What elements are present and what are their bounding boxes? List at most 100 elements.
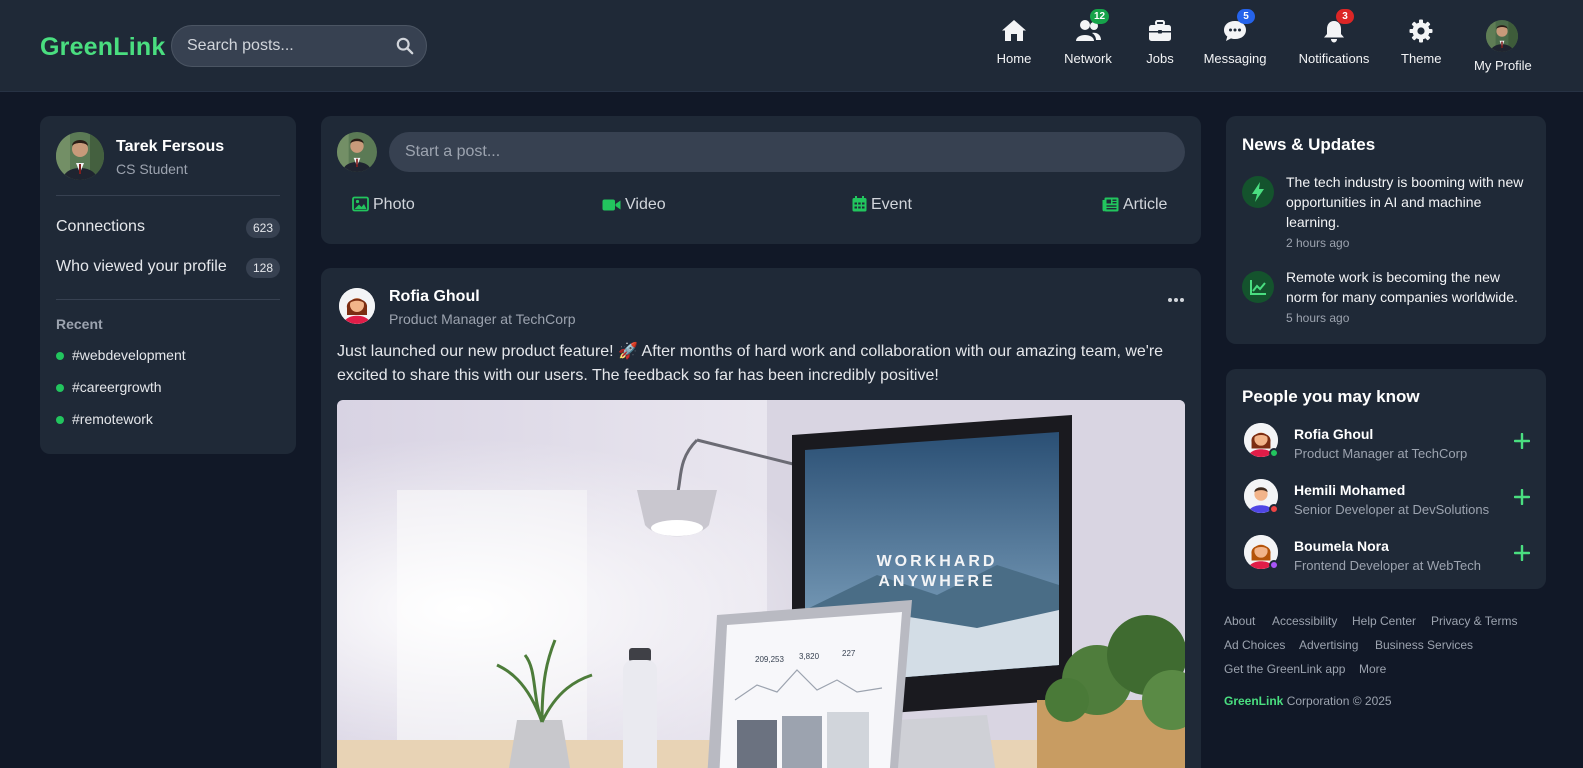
feed-post: Rofia Ghoul Product Manager at TechCorp … — [321, 268, 1201, 768]
start-post-input[interactable] — [389, 132, 1185, 172]
nav-my-profile-label: My Profile — [1474, 58, 1532, 73]
article-button[interactable]: Article — [1102, 196, 1167, 220]
footer-link-business-services[interactable]: Business Services — [1375, 638, 1473, 652]
event-button[interactable]: Event — [852, 196, 912, 220]
person-name[interactable]: Boumela Nora — [1294, 538, 1389, 554]
footer-link-help-center[interactable]: Help Center — [1352, 614, 1416, 628]
nav-messaging[interactable]: 5 Messaging — [1203, 9, 1267, 74]
video-label: Video — [625, 196, 666, 213]
users-icon: 12 — [1075, 9, 1110, 44]
desk-workspace-photo: WORKHARD ANYWHERE 209,253 3,820 227 — [337, 400, 1185, 768]
nav-messaging-label: Messaging — [1203, 51, 1267, 66]
divider — [56, 299, 280, 300]
connections-label: Connections — [56, 218, 145, 235]
home-icon — [1002, 20, 1026, 41]
tag-dot — [56, 352, 64, 360]
footer-link-get-app[interactable]: Get the GreenLink app — [1224, 662, 1345, 676]
add-connection-icon[interactable] — [1514, 433, 1530, 449]
person-avatar[interactable] — [1244, 535, 1279, 570]
photo-label: Photo — [373, 196, 415, 213]
app-logo[interactable]: GreenLink — [40, 33, 165, 62]
person-name[interactable]: Hemili Mohamed — [1294, 482, 1405, 498]
news-card: News & Updates The tech industry is boom… — [1226, 116, 1546, 344]
search-box — [171, 25, 427, 67]
monitor-text-line1: WORKHARD — [877, 553, 998, 570]
footer-link-ad-choices[interactable]: Ad Choices — [1224, 638, 1285, 652]
person-role: Senior Developer at DevSolutions — [1294, 502, 1490, 517]
image-icon — [352, 196, 369, 212]
article-label: Article — [1123, 196, 1168, 213]
people-title: People you may know — [1242, 387, 1420, 406]
search-icon[interactable] — [396, 37, 414, 55]
online-status-dot — [1269, 448, 1279, 458]
top-navbar: GreenLink Home 12 Network — [0, 0, 1583, 92]
post-body-text: Just launched our new product feature! 🚀… — [337, 343, 1164, 384]
busy-status-dot — [1269, 504, 1279, 514]
recent-tag-item[interactable]: #remotework — [56, 410, 256, 430]
monitor-text-line2: ANYWHERE — [878, 573, 995, 590]
newspaper-icon — [1102, 197, 1119, 212]
nav-my-profile[interactable]: My Profile — [1474, 20, 1532, 76]
connections-row[interactable]: Connections 623 — [56, 216, 280, 240]
post-author-role: Product Manager at TechCorp — [389, 311, 576, 327]
search-input[interactable] — [187, 26, 387, 66]
chart-line-icon — [1242, 271, 1274, 303]
nav-notifications-label: Notifications — [1298, 51, 1370, 66]
laptop-stat: 209,253 — [755, 655, 784, 664]
recent-tag: #remotework — [72, 411, 153, 427]
footer-link-advertising[interactable]: Advertising — [1299, 638, 1358, 652]
video-button[interactable]: Video — [602, 196, 666, 220]
post-author-name[interactable]: Rofia Ghoul — [389, 288, 480, 306]
add-connection-icon[interactable] — [1514, 545, 1530, 561]
news-item-time: 2 hours ago — [1286, 236, 1350, 250]
network-badge: 12 — [1090, 9, 1110, 24]
news-item-time: 5 hours ago — [1286, 311, 1350, 325]
profile-views-row[interactable]: Who viewed your profile 128 — [56, 256, 280, 280]
news-item-text[interactable]: Remote work is becoming the new norm for… — [1286, 267, 1530, 307]
divider — [56, 195, 280, 196]
composer-avatar — [337, 132, 377, 172]
tag-dot — [56, 416, 64, 424]
person-name[interactable]: Rofia Ghoul — [1294, 426, 1373, 442]
away-status-dot — [1269, 560, 1279, 570]
nav-notifications[interactable]: 3 Notifications — [1298, 9, 1370, 74]
post-composer: Photo Video Event Article — [321, 116, 1201, 244]
tag-dot — [56, 384, 64, 392]
nav-theme[interactable]: Theme — [1401, 18, 1441, 74]
recent-tag-item[interactable]: #webdevelopment — [56, 346, 256, 366]
notifications-badge: 3 — [1336, 9, 1354, 24]
bell-icon: 3 — [1321, 9, 1354, 44]
nav-network[interactable]: 12 Network — [1062, 9, 1114, 74]
profile-name[interactable]: Tarek Fersous — [116, 138, 224, 156]
footer-link-privacy-terms[interactable]: Privacy & Terms — [1431, 614, 1517, 628]
nav-jobs[interactable]: Jobs — [1143, 18, 1177, 74]
post-author-avatar[interactable] — [339, 288, 375, 324]
footer-link-accessibility[interactable]: Accessibility — [1272, 614, 1337, 628]
profile-views-label: Who viewed your profile — [56, 258, 227, 275]
avatar — [1486, 20, 1518, 52]
lightning-icon — [1242, 176, 1274, 208]
footer-brand: GreenLink — [1224, 694, 1284, 708]
briefcase-icon — [1149, 20, 1171, 41]
post-image[interactable]: WORKHARD ANYWHERE 209,253 3,820 227 — [337, 400, 1185, 768]
chat-icon: 5 — [1222, 9, 1255, 44]
footer-link-about[interactable]: About — [1224, 614, 1255, 628]
messaging-badge: 5 — [1237, 9, 1255, 24]
news-item-text[interactable]: The tech industry is booming with new op… — [1286, 172, 1530, 232]
nav-home-label: Home — [996, 51, 1032, 66]
person-avatar[interactable] — [1244, 423, 1279, 458]
add-connection-icon[interactable] — [1514, 489, 1530, 505]
person-avatar[interactable] — [1244, 479, 1279, 514]
recent-tag: #webdevelopment — [72, 347, 186, 363]
more-options-icon[interactable] — [1167, 296, 1185, 304]
recent-tag: #careergrowth — [72, 379, 162, 395]
video-icon — [602, 199, 621, 211]
footer-link-more[interactable]: More — [1359, 662, 1386, 676]
photo-button[interactable]: Photo — [352, 196, 415, 220]
profile-avatar[interactable] — [56, 132, 104, 180]
recent-tag-item[interactable]: #careergrowth — [56, 378, 256, 398]
event-label: Event — [871, 196, 912, 213]
profile-card: Tarek Fersous CS Student Connections 623… — [40, 116, 296, 454]
nav-home[interactable]: Home — [992, 18, 1036, 74]
profile-role: CS Student — [116, 161, 188, 177]
